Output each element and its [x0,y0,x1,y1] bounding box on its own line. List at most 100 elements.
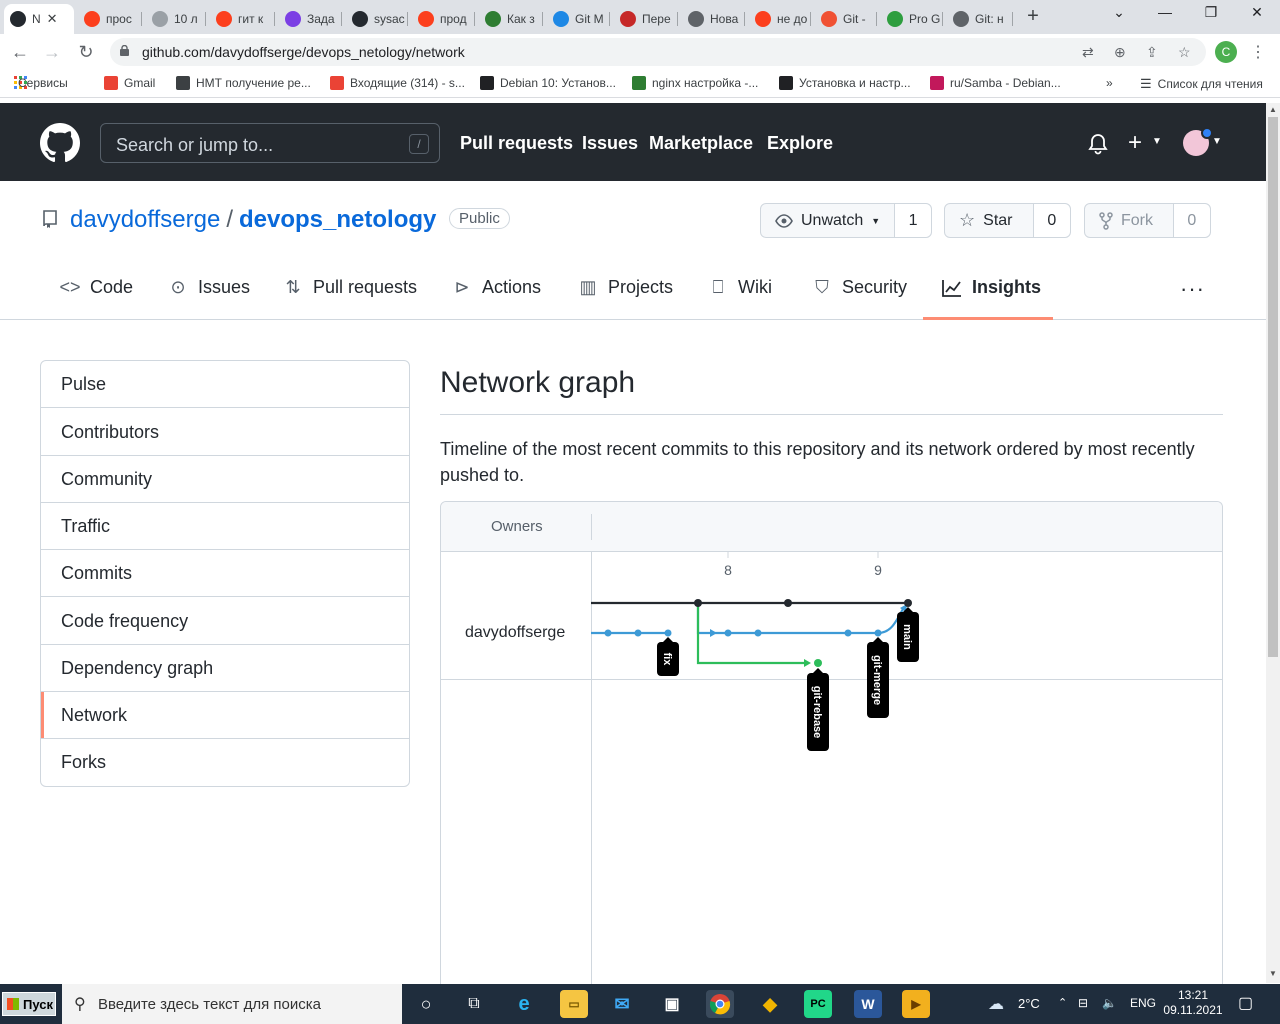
bookmark-item[interactable]: nginx настройка -... [632,76,758,90]
commit-dot[interactable] [604,629,612,637]
bookmark-item[interactable]: НМТ получение ре... [176,76,311,90]
address-bar[interactable]: github.com/davydoffserge/devops_netology… [110,38,1206,66]
commit-dot[interactable] [754,629,762,637]
taskbar-clock[interactable]: 13:21 09.11.2021 [1162,988,1224,1018]
commit-dot[interactable] [634,629,642,637]
tab-pull-requests[interactable]: ⇅ Pull requests [283,277,417,298]
commit-dot[interactable] [814,659,822,667]
browser-tab[interactable]: Нова [682,4,745,34]
profile-avatar[interactable]: C [1215,41,1237,63]
sidebar-item-commits[interactable]: Commits [41,550,409,597]
tab-search-icon[interactable]: ⌄ [1096,4,1142,21]
store-icon[interactable]: ▣ [658,990,686,1018]
word-icon[interactable]: W [854,990,882,1018]
bookmark-item[interactable]: Сервисы [18,76,68,90]
browser-tab[interactable]: Зада [279,4,342,34]
user-avatar[interactable] [1183,127,1213,156]
bookmarks-overflow[interactable]: » [1106,76,1113,90]
browser-tab[interactable]: Git: н [947,4,1013,34]
bookmark-star-icon[interactable]: ☆ [1178,44,1191,61]
sidebar-item-traffic[interactable]: Traffic [41,503,409,550]
git-gui-icon[interactable]: ◆ [756,990,784,1018]
bookmark-item[interactable]: ru/Samba - Debian... [930,76,1061,90]
sidebar-item-code-frequency[interactable]: Code frequency [41,598,409,645]
page-scrollbar[interactable]: ▲ ▼ [1266,103,1280,983]
weather-cloud-icon[interactable]: ☁ [988,994,1004,1014]
sidebar-item-network[interactable]: Network [41,692,409,739]
star-button[interactable]: ☆ Star 0 [944,203,1071,238]
maximize-button[interactable]: ❐ [1188,4,1234,21]
mail-icon[interactable]: ✉ [608,990,636,1018]
pycharm-icon[interactable]: PC [804,990,832,1018]
translate-icon[interactable]: ⇄ [1082,44,1094,61]
commit-dot[interactable] [904,599,912,607]
repo-name-link[interactable]: devops_netology [239,206,436,234]
sidebar-item-dependency-graph[interactable]: Dependency graph [41,645,409,692]
scroll-up-icon[interactable]: ▲ [1269,105,1277,114]
browser-tab[interactable]: sysac [346,4,408,34]
fork-button[interactable]: Fork 0 [1084,203,1211,238]
close-tab-icon[interactable]: ✕ [47,11,58,27]
forward-arrow-icon[interactable]: → [42,42,62,62]
more-tabs-button[interactable]: ··· [1180,276,1205,302]
bell-icon[interactable] [1088,133,1108,155]
chevron-down-icon[interactable]: ▼ [1152,136,1162,147]
tab-projects[interactable]: ▥ Projects [578,277,673,298]
browser-tab[interactable]: прос [78,4,142,34]
browser-tab[interactable]: Pro G [881,4,943,34]
file-explorer-icon[interactable]: ▭ [560,990,588,1018]
sidebar-item-community[interactable]: Community [41,456,409,503]
github-logo-icon[interactable] [40,123,80,163]
bookmark-item[interactable]: Debian 10: Установ... [480,76,616,90]
network-graph-canvas[interactable]: 8 9 main fix git-merge git-rebase [591,552,1221,982]
nav-issues[interactable]: Issues [582,133,638,154]
browser-tab[interactable]: Git - [815,4,877,34]
browser-tab[interactable]: N ✕ [4,4,74,34]
repo-owner-link[interactable]: davydoffserge [70,206,220,234]
back-arrow-icon[interactable]: ← [10,42,30,62]
create-new-plus-icon[interactable]: + [1128,129,1142,157]
tab-actions[interactable]: ⊳ Actions [452,277,541,298]
volume-icon[interactable]: 🔈 [1102,996,1117,1010]
commit-dot[interactable] [844,629,852,637]
share-icon[interactable]: ⇪ [1146,44,1158,61]
bookmark-item[interactable]: Установка и настр... [779,76,911,90]
start-button[interactable]: Пуск [2,992,56,1016]
reload-icon[interactable]: ↻ [76,42,96,62]
chrome-taskbar-icon[interactable] [706,990,734,1018]
github-search-input[interactable]: Search or jump to... / [100,123,440,163]
commit-dot[interactable] [874,629,882,637]
zoom-icon[interactable]: ⊕ [1114,44,1126,61]
taskbar-search-box[interactable]: ⚲ Введите здесь текст для поиска [62,984,402,1024]
tab-issues[interactable]: ⊙ Issues [168,277,250,298]
browser-menu-icon[interactable]: ⋮ [1250,42,1266,62]
browser-tab[interactable]: прод [412,4,475,34]
close-window-button[interactable]: ✕ [1234,4,1280,21]
media-player-icon[interactable]: ▶ [902,990,930,1018]
browser-tab[interactable]: Git M [547,4,610,34]
commit-dot[interactable] [694,599,702,607]
input-language[interactable]: ENG [1130,996,1156,1010]
new-tab-button[interactable]: + [1022,6,1044,28]
unwatch-button[interactable]: Unwatch ▼ 1 [760,203,932,238]
tab-insights[interactable]: Insights [942,277,1041,298]
bookmark-item[interactable]: Входящие (314) - s... [330,76,465,90]
browser-tab[interactable]: гит к [210,4,275,34]
weather-temperature[interactable]: 2°C [1018,996,1040,1011]
bookmark-item[interactable]: Gmail [104,76,155,90]
commit-dot[interactable] [664,629,672,637]
avatar-chevron-down-icon[interactable]: ▼ [1212,136,1222,147]
sidebar-item-contributors[interactable]: Contributors [41,409,409,456]
tab-security[interactable]: ⛉ Security [812,277,907,298]
commit-dot[interactable] [784,599,792,607]
browser-tab[interactable]: Пере [614,4,678,34]
browser-tab[interactable]: не до [749,4,811,34]
commit-dot[interactable] [724,629,732,637]
network-icon[interactable]: ⊟ [1078,996,1088,1010]
browser-tab[interactable]: Как з [479,4,543,34]
notifications-icon[interactable]: ▢ [1238,993,1253,1013]
reading-list[interactable]: ☰ Список для чтения [1140,76,1263,92]
scrollbar-thumb[interactable] [1268,117,1278,657]
nav-pull-requests[interactable]: Pull requests [460,133,573,154]
sidebar-item-pulse[interactable]: Pulse [41,361,409,408]
